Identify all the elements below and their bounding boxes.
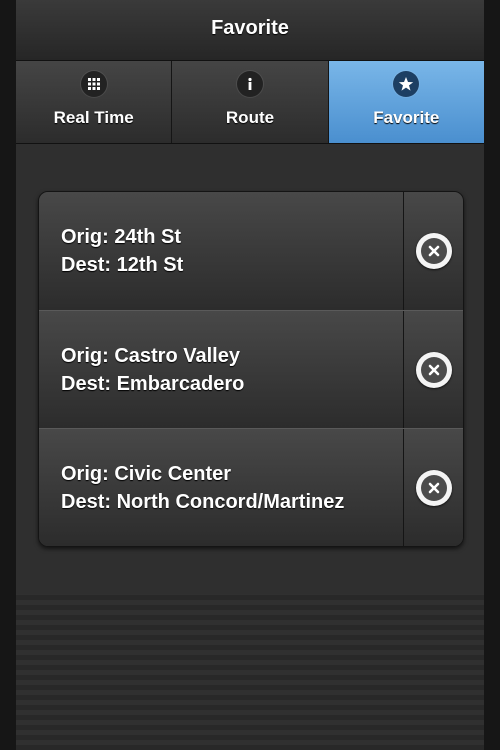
delete-favorite-button[interactable] xyxy=(403,192,463,310)
list-item: Orig: Civic Center Dest: North Concord/M… xyxy=(39,428,463,546)
destination-label: Dest: Embarcadero xyxy=(61,372,245,395)
star-icon xyxy=(393,71,420,97)
info-icon xyxy=(236,71,263,97)
destination-label: Dest: North Concord/Martinez xyxy=(61,490,345,513)
tab-real-time[interactable]: Real Time xyxy=(16,61,173,143)
tab-bar: Real Time Route Favorite xyxy=(16,60,484,144)
origin-label: Orig: 24th St xyxy=(61,226,182,248)
destination-label: Dest: 12th St xyxy=(61,254,184,276)
origin-label: Orig: Civic Center xyxy=(61,462,232,485)
page-title: Favorite xyxy=(211,16,289,39)
close-icon xyxy=(415,351,452,388)
tab-route-label: Route xyxy=(225,108,275,127)
tab-route[interactable]: Route xyxy=(172,61,329,143)
favorite-route-entry[interactable]: Orig: Castro Valley Dest: Embarcadero xyxy=(39,311,403,428)
list-item: Orig: 24th St Dest: 12th St xyxy=(39,192,463,310)
favorites-content: Orig: 24th St Dest: 12th St Orig: Castro… xyxy=(16,144,484,594)
empty-background xyxy=(16,594,484,750)
list-item: Orig: Castro Valley Dest: Embarcadero xyxy=(39,310,463,428)
header-bar: Favorite xyxy=(16,0,484,60)
close-icon xyxy=(415,233,452,269)
tab-real-time-label: Real Time xyxy=(53,108,134,127)
close-icon xyxy=(415,469,452,506)
origin-label: Orig: Castro Valley xyxy=(61,344,240,367)
grid-icon xyxy=(80,71,107,97)
delete-favorite-button[interactable] xyxy=(403,429,463,546)
favorite-route-entry[interactable]: Orig: Civic Center Dest: North Concord/M… xyxy=(39,429,403,546)
tab-favorite-label: Favorite xyxy=(373,108,440,127)
delete-favorite-button[interactable] xyxy=(403,311,463,428)
favorite-route-entry[interactable]: Orig: 24th St Dest: 12th St xyxy=(39,192,403,310)
favorites-list: Orig: 24th St Dest: 12th St Orig: Castro… xyxy=(38,191,464,547)
tab-favorite[interactable]: Favorite xyxy=(328,61,484,143)
app-frame: Favorite Real Time Route Favorite Orig: … xyxy=(16,0,484,750)
